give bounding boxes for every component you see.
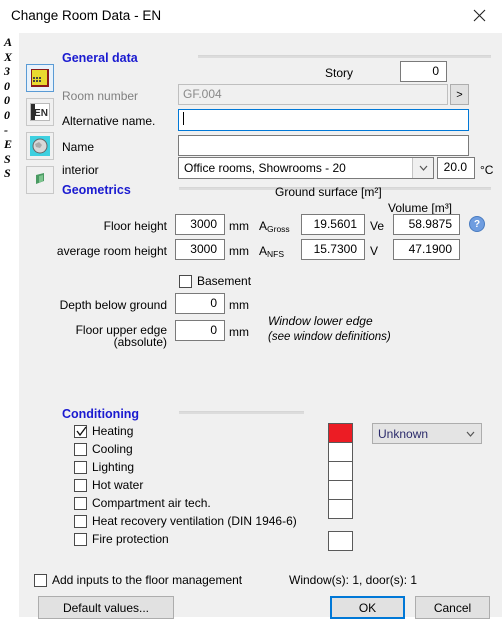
room-number-browse-button[interactable]: > xyxy=(450,84,469,105)
window-lower-edge-note: (see window definitions) xyxy=(268,331,391,343)
hot-water-color-swatch[interactable] xyxy=(328,480,353,500)
heating-label: Heating xyxy=(92,424,134,438)
heat-recovery-ventilation-label: Heat recovery ventilation (DIN 1946-6) xyxy=(92,514,297,528)
alternative-name-label: Alternative name. xyxy=(62,114,156,128)
window-lower-edge-label: Window lower edge xyxy=(268,314,373,328)
ve-value: 58.9875 xyxy=(393,214,460,235)
interior-label: interior xyxy=(62,163,99,177)
compartment-air-tech-checkbox[interactable] xyxy=(74,497,87,510)
heating-checkbox[interactable] xyxy=(74,425,87,438)
note-icon[interactable] xyxy=(26,166,54,194)
lighting-checkbox[interactable] xyxy=(74,461,87,474)
depth-below-ground-input[interactable]: 0 xyxy=(175,293,225,314)
rail-product-label: A X 3 0 0 0 - E S S xyxy=(4,35,12,181)
rail-letter: X xyxy=(4,49,13,64)
cancel-button[interactable]: Cancel xyxy=(415,596,490,619)
rail-letter: - xyxy=(4,122,8,137)
fire-protection-label: Fire protection xyxy=(92,532,169,546)
temperature-unit: °C xyxy=(480,163,494,177)
hot-water-label: Hot water xyxy=(92,478,144,492)
floor-upper-edge-unit: mm xyxy=(229,325,249,339)
title-bar: Change Room Data - EN xyxy=(0,0,502,33)
geometrics-heading: Geometrics xyxy=(62,183,131,197)
window-title: Change Room Data - EN xyxy=(11,8,162,23)
story-input[interactable]: 0 xyxy=(400,61,447,82)
rail-letter: S xyxy=(4,151,11,166)
rail-letter: 0 xyxy=(4,107,10,122)
en-language-icon[interactable]: EN xyxy=(26,98,54,126)
text-caret xyxy=(183,112,184,125)
lighting-color-swatch[interactable] xyxy=(328,461,353,481)
chevron-down-icon[interactable] xyxy=(460,424,481,443)
a-gross-value: 19.5601 xyxy=(301,214,365,235)
room-number-label: Room number xyxy=(62,89,139,103)
fire-protection-color-swatch[interactable] xyxy=(328,531,353,551)
average-room-height-label: average room height xyxy=(56,244,167,258)
fire-protection-checkbox[interactable] xyxy=(74,533,87,546)
rail-letter: S xyxy=(4,166,11,181)
interior-select-value: Office rooms, Showrooms - 20 xyxy=(184,161,346,175)
general-data-heading: General data xyxy=(62,51,138,65)
help-icon[interactable]: ? xyxy=(469,216,485,232)
cooling-label: Cooling xyxy=(92,442,133,456)
compartment-air-tech-label: Compartment air tech. xyxy=(92,496,211,510)
v-label: V xyxy=(370,244,379,258)
name-label: Name xyxy=(62,140,95,154)
floor-height-unit: mm xyxy=(229,219,249,233)
rail-letter: 0 xyxy=(4,93,10,108)
a-gross-label: AGross xyxy=(259,219,290,234)
default-values-button[interactable]: Default values... xyxy=(38,596,174,619)
window-door-counts: Window(s): 1, door(s): 1 xyxy=(289,573,418,587)
floor-upper-edge-input[interactable]: 0 xyxy=(175,320,225,341)
dialog-body: EN General data Story 0 Room number GF.0… xyxy=(19,33,502,619)
change-room-data-dialog: Change Room Data - EN A X 3 0 0 0 - E S … xyxy=(0,0,502,619)
conditioning-heading: Conditioning xyxy=(62,407,140,421)
ground-surface-label: Ground surface [m²] xyxy=(275,185,382,199)
alternative-name-input[interactable] xyxy=(178,109,469,131)
floor-height-input[interactable]: 3000 xyxy=(175,214,225,235)
v-value: 47.1900 xyxy=(393,239,460,260)
room-icon[interactable] xyxy=(26,64,54,92)
rail-letter: E xyxy=(4,137,13,152)
room-number-input: GF.004 xyxy=(178,84,448,105)
basement-checkbox[interactable] xyxy=(179,275,192,288)
story-label: Story xyxy=(325,66,354,80)
a-nfs-label: ANFS xyxy=(259,244,285,259)
average-room-height-input[interactable]: 3000 xyxy=(175,239,225,260)
floor-upper-edge-sublabel: (absolute) xyxy=(113,335,167,349)
name-input[interactable] xyxy=(178,135,469,156)
conditioning-separator xyxy=(179,411,304,414)
heating-system-select[interactable]: Unknown xyxy=(372,423,482,444)
add-inputs-checkbox[interactable] xyxy=(34,574,47,587)
general-separator xyxy=(198,55,491,58)
volume-label: Volume [m³] xyxy=(388,201,453,215)
hot-water-checkbox[interactable] xyxy=(74,479,87,492)
depth-below-ground-label: Depth below ground xyxy=(59,298,167,312)
globe-icon[interactable] xyxy=(26,132,54,160)
chevron-down-icon[interactable] xyxy=(412,158,433,178)
compartment-air-tech-color-swatch[interactable] xyxy=(328,499,353,519)
heating-system-value: Unknown xyxy=(378,427,429,441)
depth-below-ground-unit: mm xyxy=(229,298,249,312)
interior-select[interactable]: Office rooms, Showrooms - 20 xyxy=(178,157,434,179)
heat-recovery-ventilation-checkbox[interactable] xyxy=(74,515,87,528)
temperature-input[interactable]: 20.0 xyxy=(437,157,475,179)
average-room-height-unit: mm xyxy=(229,244,249,258)
floor-height-label: Floor height xyxy=(103,219,167,233)
basement-label: Basement xyxy=(197,274,252,288)
rail-letter: 0 xyxy=(4,78,10,93)
ve-label: Ve xyxy=(370,219,385,233)
a-nfs-value: 15.7300 xyxy=(301,239,365,260)
rail-letter: A xyxy=(4,35,13,49)
cooling-color-swatch[interactable] xyxy=(328,442,353,462)
lighting-label: Lighting xyxy=(92,460,135,474)
ok-button[interactable]: OK xyxy=(330,596,405,619)
cooling-checkbox[interactable] xyxy=(74,443,87,456)
rail-letter: 3 xyxy=(4,64,10,79)
svg-text:EN: EN xyxy=(34,108,48,119)
close-icon[interactable] xyxy=(457,0,502,31)
add-inputs-label: Add inputs to the floor management xyxy=(52,573,243,587)
heating-color-swatch[interactable] xyxy=(328,423,353,443)
left-rail: A X 3 0 0 0 - E S S xyxy=(0,33,19,617)
